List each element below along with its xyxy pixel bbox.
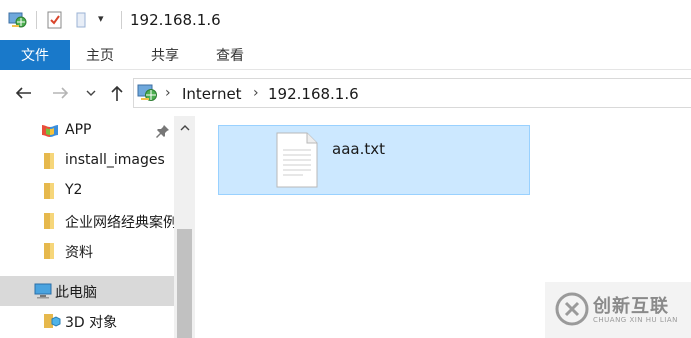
address-row: › Internet › 192.168.1.6: [0, 70, 691, 116]
back-arrow-icon: [15, 87, 31, 99]
scroll-up-button[interactable]: [174, 116, 195, 138]
customize-quick-access-icon[interactable]: ▾: [98, 12, 104, 25]
forward-arrow-icon: [53, 87, 69, 99]
ribbon-tabs: 文件 主页 共享 查看: [0, 40, 691, 70]
nav-item-install-images[interactable]: install_images: [0, 146, 174, 176]
watermark: 创新互联 CHUANG XIN HU LIAN: [545, 282, 691, 338]
tab-view[interactable]: 查看: [216, 40, 244, 70]
network-location-icon: [137, 82, 159, 108]
nav-item-label: 资料: [65, 245, 93, 261]
nav-item-app[interactable]: APP: [0, 116, 174, 146]
properties-icon[interactable]: [46, 10, 64, 34]
up-arrow-icon: [111, 85, 123, 101]
window-title: 192.168.1.6: [130, 11, 221, 29]
nav-item-label: 3D 对象: [65, 315, 118, 331]
chevron-up-icon: [180, 124, 189, 130]
text-file-icon: [276, 132, 318, 192]
watermark-logo-icon: [555, 292, 589, 330]
folder-icon: [43, 152, 55, 174]
computer-icon: [34, 283, 52, 303]
nav-item-label: 企业网络经典案例: [65, 215, 174, 231]
pin-icon[interactable]: [156, 124, 170, 142]
nav-item-this-pc[interactable]: 此电脑: [0, 276, 174, 306]
nav-item-materials[interactable]: 资料: [0, 236, 174, 266]
navigation-pane: APP install_images Y2 企业网络经典案例 资料 此电脑 3D…: [0, 116, 195, 338]
tab-home[interactable]: 主页: [86, 40, 114, 70]
folder-icon: [43, 212, 55, 234]
breadcrumb-separator-icon[interactable]: ›: [165, 85, 171, 101]
breadcrumb-host[interactable]: 192.168.1.6: [268, 85, 359, 103]
chevron-down-icon: [86, 90, 96, 96]
nav-item-label: install_images: [65, 152, 165, 168]
nav-pane-scrollbar[interactable]: [174, 116, 195, 338]
new-folder-icon[interactable]: [74, 10, 88, 34]
back-button[interactable]: [12, 82, 34, 104]
tab-share[interactable]: 共享: [151, 40, 179, 70]
network-location-icon: [8, 10, 28, 34]
file-item-aaa-txt[interactable]: aaa.txt: [218, 125, 530, 195]
folder-icon: [43, 242, 55, 264]
title-bar: ▾ 192.168.1.6: [0, 0, 691, 40]
breadcrumb-separator-icon[interactable]: ›: [253, 85, 259, 101]
3d-objects-icon: [43, 312, 61, 334]
breadcrumb-internet[interactable]: Internet: [182, 85, 242, 103]
nav-item-3d-objects[interactable]: 3D 对象: [0, 306, 174, 336]
nav-item-label: Y2: [65, 182, 83, 198]
address-bar[interactable]: › Internet › 192.168.1.6: [133, 78, 691, 108]
recent-locations-button[interactable]: [82, 82, 100, 104]
nav-item-label: 此电脑: [55, 285, 97, 301]
nav-item-y2[interactable]: Y2: [0, 176, 174, 206]
up-button[interactable]: [106, 82, 128, 104]
nav-item-label: APP: [65, 122, 92, 138]
file-name: aaa.txt: [332, 140, 385, 158]
watermark-subtitle: CHUANG XIN HU LIAN: [593, 316, 678, 324]
watermark-title: 创新互联: [593, 296, 669, 317]
scroll-thumb[interactable]: [177, 229, 192, 338]
tab-file[interactable]: 文件: [0, 40, 70, 70]
app-icon: [40, 122, 60, 144]
nav-item-network-cases[interactable]: 企业网络经典案例: [0, 206, 174, 236]
folder-icon: [43, 182, 55, 204]
forward-button[interactable]: [50, 82, 72, 104]
